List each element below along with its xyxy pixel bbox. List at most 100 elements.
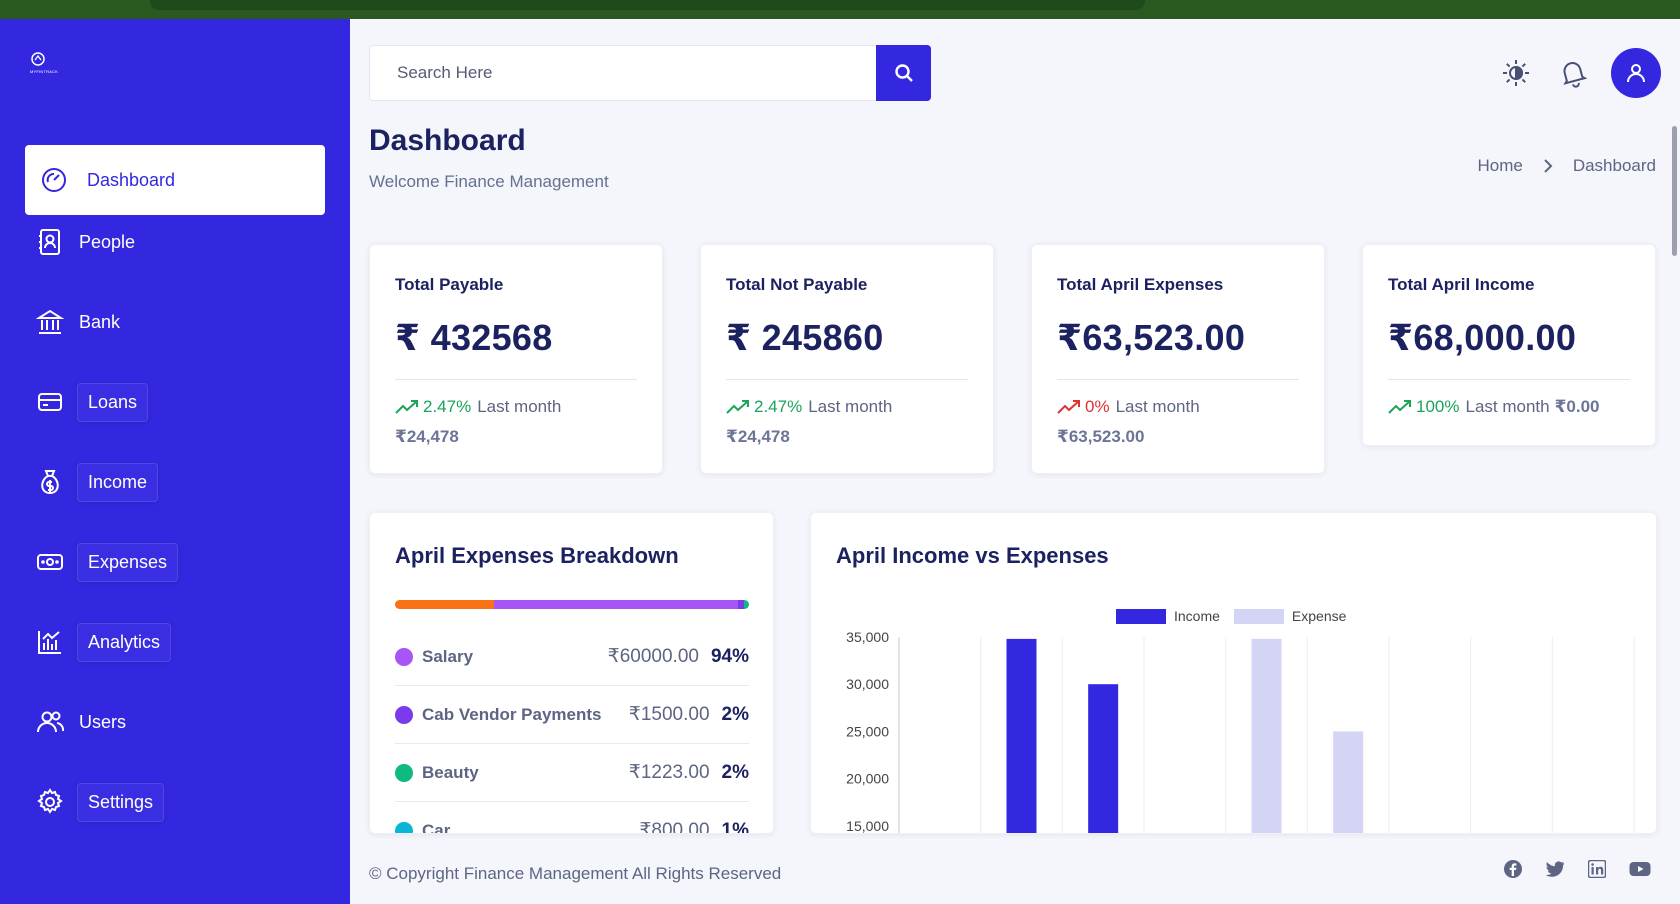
breadcrumb-home-link[interactable]: Home [1477, 156, 1522, 176]
breakdown-row[interactable]: Beauty ₹1223.00 2% [395, 744, 749, 802]
sidebar-item-bank[interactable]: Bank [25, 287, 325, 357]
search-input[interactable] [370, 46, 876, 100]
category-amount: ₹1500.00 [628, 704, 710, 725]
y-tick-label: 20,000 [846, 771, 889, 787]
stat-card-april-expenses: Total April Expenses ₹63,523.00 0% Last … [1031, 244, 1325, 474]
progress-segment [395, 600, 495, 609]
card-value: ₹63,523.00 [1057, 317, 1246, 358]
breadcrumb-current: Dashboard [1572, 156, 1656, 175]
notification-bell-icon[interactable] [1556, 56, 1590, 90]
twitter-icon[interactable] [1544, 858, 1566, 880]
search-box [369, 45, 931, 101]
card-previous-value: ₹24,478 [726, 427, 790, 446]
category-percent: 2% [721, 761, 749, 783]
category-name: Cab Vendor Payments [422, 704, 602, 724]
breakdown-progress-bar [395, 600, 749, 609]
sidebar-item-expenses[interactable]: Expenses [25, 527, 325, 597]
divider [1388, 379, 1630, 380]
expenses-breakdown-panel: April Expenses Breakdown Salary ₹60000.0… [369, 512, 774, 834]
card-value: ₹ 432568 [395, 317, 553, 358]
breakdown-row[interactable]: Cab Vendor Payments ₹1500.00 2% [395, 686, 749, 744]
card-title: Total April Expenses [1057, 275, 1224, 294]
divider [1057, 379, 1299, 380]
sidebar-item-loans[interactable]: Loans [25, 367, 325, 437]
sidebar-item-users[interactable]: Users [25, 687, 325, 757]
y-tick-label: 30,000 [846, 676, 889, 692]
sidebar-item-people[interactable]: People [25, 207, 325, 277]
sidebar-item-label: Dashboard [87, 169, 176, 190]
card-previous-value: ₹63,523.00 [1057, 427, 1145, 446]
panel-title: April Expenses Breakdown [395, 543, 679, 568]
y-tick-label: 15,000 [846, 818, 889, 834]
sidebar: MYFINTRACK Dashboard People Bank Loans I… [0, 19, 350, 904]
users-icon [33, 705, 67, 739]
sidebar-item-label: Expenses [77, 542, 179, 582]
page-subtitle: Welcome Finance Management [369, 172, 609, 191]
breakdown-row[interactable]: Car ₹800.00 1% [395, 802, 749, 834]
category-amount: ₹60000.00 [607, 646, 699, 667]
sidebar-item-income[interactable]: Income [25, 447, 325, 517]
search-button[interactable] [876, 45, 931, 101]
divider [726, 379, 968, 380]
trend-up-icon [1388, 400, 1411, 414]
divider [395, 379, 637, 380]
card-period-label: Last month [1115, 397, 1200, 416]
card-value: ₹ 245860 [726, 317, 884, 358]
trend-up-icon [395, 400, 418, 414]
breakdown-row[interactable]: Salary ₹60000.00 94% [395, 628, 749, 686]
page-title: Dashboard [369, 124, 526, 157]
sidebar-item-label: Bank [79, 311, 121, 332]
category-percent: 1% [721, 819, 749, 834]
card-title: Total Not Payable [726, 275, 868, 294]
category-name: Salary [422, 646, 474, 666]
card-percent: 100% [1416, 397, 1460, 416]
card-icon [33, 385, 67, 419]
contacts-icon [33, 225, 67, 259]
sidebar-item-dashboard[interactable]: Dashboard [25, 145, 325, 215]
progress-segment [494, 600, 739, 609]
stat-card-april-income: Total April Income ₹68,000.00 100% Last … [1362, 244, 1656, 446]
bar-income[interactable] [1006, 638, 1037, 834]
facebook-icon[interactable] [1502, 858, 1524, 880]
y-tick-label: 35,000 [846, 629, 889, 645]
page-scrollbar[interactable] [1672, 126, 1677, 256]
category-name: Beauty [422, 762, 479, 782]
trend-up-red-icon [1057, 400, 1080, 414]
user-icon [1627, 64, 1645, 83]
sidebar-item-label: Settings [77, 782, 165, 822]
stat-card-total-payable: Total Payable ₹ 432568 2.47% Last month … [369, 244, 663, 474]
linkedin-icon[interactable] [1586, 858, 1608, 880]
theme-toggle-icon[interactable] [1499, 56, 1533, 90]
gear-icon [33, 785, 67, 819]
category-color-dot [395, 647, 413, 666]
sidebar-item-analytics[interactable]: Analytics [25, 607, 325, 677]
card-title: Total Payable [395, 275, 504, 294]
cash-icon [33, 545, 67, 579]
progress-segment [743, 600, 749, 609]
bar-income[interactable] [1088, 684, 1119, 834]
sidebar-item-label: Analytics [77, 622, 172, 662]
category-name: Car [422, 820, 451, 834]
youtube-icon[interactable] [1629, 858, 1651, 880]
sidebar-item-label: Users [79, 711, 127, 732]
trend-up-icon [726, 400, 749, 414]
card-percent: 2.47% [423, 397, 472, 416]
card-period-label: Last month [1465, 397, 1550, 416]
chevron-right-icon [1544, 159, 1553, 173]
bar-expense[interactable] [1251, 638, 1282, 834]
card-trend: 0% Last month [1057, 397, 1200, 417]
card-period-label: Last month [477, 397, 562, 416]
income-expense-chart: 35,000 30,000 25,000 20,000 15,000 [846, 629, 1635, 834]
sidebar-item-label: Income [77, 462, 159, 502]
browser-top-strip [0, 0, 1680, 19]
sidebar-item-settings[interactable]: Settings [25, 767, 325, 837]
card-percent: 0% [1085, 397, 1110, 416]
card-trend: 2.47% Last month [395, 397, 561, 417]
bar-expense[interactable] [1333, 731, 1364, 834]
category-percent: 94% [710, 645, 749, 667]
user-avatar[interactable] [1611, 48, 1661, 98]
sidebar-item-label: Loans [77, 382, 149, 422]
category-color-dot [395, 821, 413, 833]
app-logo-text: MYFINTRACK [30, 69, 58, 74]
card-period-label: Last month [808, 397, 893, 416]
